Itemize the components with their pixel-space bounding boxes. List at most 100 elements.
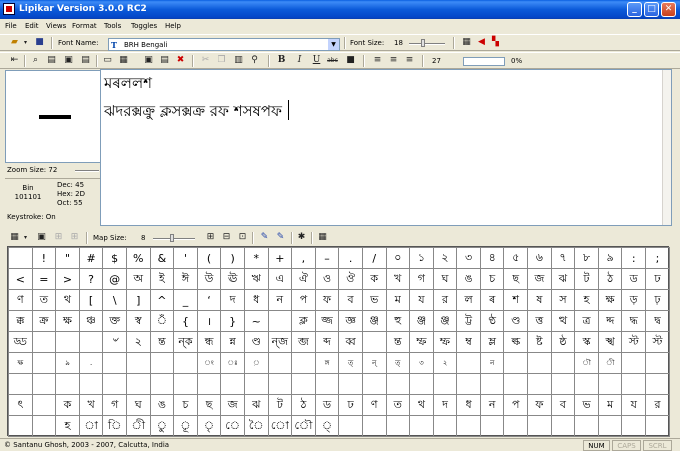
char-cell[interactable]: $	[102, 247, 127, 269]
char-cell[interactable]	[102, 352, 127, 374]
char-cell[interactable]	[291, 352, 316, 374]
char-cell[interactable]: ঙ	[456, 268, 481, 290]
char-cell[interactable]	[267, 352, 293, 374]
char-cell[interactable]: ়	[243, 352, 269, 374]
color-block-icon[interactable]: ■	[345, 55, 356, 66]
char-cell[interactable]	[55, 331, 80, 353]
char-cell[interactable]: স্ট	[645, 331, 670, 353]
char-cell[interactable]: ;	[645, 247, 670, 269]
char-cell[interactable]	[149, 373, 175, 395]
page-icon[interactable]: ▭	[102, 55, 113, 66]
char-cell[interactable]: জ	[527, 268, 552, 290]
char-cell[interactable]: ক্ক	[8, 310, 33, 332]
char-cell[interactable]: ]	[125, 289, 151, 311]
char-cell[interactable]: ন্ন	[220, 331, 245, 353]
char-cell[interactable]: ন	[479, 394, 505, 416]
char-cell[interactable]: গ	[409, 268, 434, 290]
char-cell[interactable]: .	[78, 352, 104, 374]
char-cell[interactable]: ত্ত	[527, 310, 552, 332]
char-cell[interactable]	[8, 415, 33, 437]
paste-icon[interactable]: ▥	[233, 55, 244, 66]
char-cell[interactable]: ি	[102, 415, 127, 437]
char-cell[interactable]	[503, 352, 529, 374]
char-cell[interactable]	[527, 373, 552, 395]
char-cell[interactable]: –	[314, 247, 340, 269]
char-cell[interactable]: ্	[314, 415, 340, 437]
char-cell[interactable]	[385, 373, 411, 395]
char-cell[interactable]: #	[78, 247, 104, 269]
bold-icon[interactable]: B	[276, 55, 287, 66]
delete-icon[interactable]: ✖	[175, 55, 186, 66]
char-cell[interactable]: ফ	[527, 394, 552, 416]
arrow-left-icon[interactable]: ◀	[476, 37, 487, 48]
char-cell[interactable]	[479, 373, 505, 395]
char-cell[interactable]	[503, 415, 529, 437]
box-icon[interactable]: ▤	[80, 55, 91, 66]
char-cell[interactable]: @	[102, 268, 127, 290]
char-cell[interactable]: ক্ষ	[8, 352, 33, 374]
char-cell[interactable]: ন্ত	[149, 331, 175, 353]
align-right-icon[interactable]: ≡	[404, 55, 415, 66]
char-cell[interactable]: উ	[196, 268, 222, 290]
menu-format[interactable]: Format	[72, 22, 97, 30]
char-cell[interactable]	[432, 373, 458, 395]
char-cell[interactable]	[31, 331, 57, 353]
text-editor[interactable]: মৰললশ ঝদরক্সক্রু ক্লসক্সক্র রফ শসষপফ	[100, 69, 672, 226]
char-cell[interactable]: ক্ত	[102, 310, 127, 332]
char-cell[interactable]	[645, 373, 670, 395]
char-cell[interactable]: <	[8, 268, 33, 290]
char-cell[interactable]: ে	[220, 415, 245, 437]
char-cell[interactable]: ঙ	[149, 394, 175, 416]
map-options-icon[interactable]: ▦	[9, 232, 20, 243]
char-cell[interactable]: {	[173, 310, 198, 332]
zoom-icon[interactable]: ⌕	[30, 55, 41, 66]
char-cell[interactable]: ণ্ড	[503, 310, 529, 332]
char-cell[interactable]: ৬	[527, 247, 552, 269]
char-cell[interactable]: ঢ	[338, 394, 363, 416]
frame-icon[interactable]: ▣	[143, 55, 154, 66]
char-cell[interactable]: থ	[409, 394, 434, 416]
char-cell[interactable]: ৌ	[291, 415, 316, 437]
char-cell[interactable]: ধ	[243, 289, 269, 311]
char-cell[interactable]: &	[149, 247, 175, 269]
char-cell[interactable]: _	[173, 289, 198, 311]
char-cell[interactable]: ী	[597, 352, 623, 374]
char-cell[interactable]: ঠ	[597, 268, 623, 290]
char-cell[interactable]	[621, 415, 647, 437]
char-cell[interactable]: ঝ	[550, 268, 576, 290]
char-cell[interactable]	[267, 310, 293, 332]
char-cell[interactable]: ট	[574, 268, 599, 290]
char-cell[interactable]	[243, 373, 269, 395]
char-cell[interactable]: ৗ	[574, 352, 599, 374]
char-cell[interactable]: ‘	[196, 289, 222, 311]
char-cell[interactable]: স	[550, 289, 576, 311]
char-cell[interactable]	[456, 373, 481, 395]
char-cell[interactable]: ল্ক	[503, 331, 529, 353]
char-cell[interactable]: স্ব	[125, 310, 151, 332]
char-cell[interactable]: ন্ধ	[196, 331, 222, 353]
char-cell[interactable]: ও	[314, 268, 340, 290]
char-cell[interactable]: ণ্ঠ	[479, 310, 505, 332]
char-cell[interactable]	[361, 331, 387, 353]
char-cell[interactable]: ০	[385, 247, 411, 269]
char-cell[interactable]: ূ	[173, 415, 198, 437]
edit-map-icon[interactable]: ✎	[275, 232, 286, 243]
char-cell[interactable]: [	[78, 289, 104, 311]
char-cell[interactable]: ন্জ	[267, 331, 293, 353]
char-cell[interactable]: ক্র	[31, 310, 57, 332]
char-cell[interactable]	[527, 352, 552, 374]
grid-icon[interactable]: ▦	[317, 232, 328, 243]
char-cell[interactable]: ণ	[361, 394, 387, 416]
char-cell[interactable]: ু	[149, 415, 175, 437]
char-cell[interactable]: ৭	[550, 247, 576, 269]
char-cell[interactable]: ৺	[102, 331, 127, 353]
char-cell[interactable]: দ্দ	[597, 310, 623, 332]
char-cell[interactable]	[31, 352, 57, 374]
char-cell[interactable]: ঁ	[149, 310, 175, 332]
char-cell[interactable]: ভ	[574, 394, 599, 416]
char-cell[interactable]: দ্ধ	[621, 310, 647, 332]
char-cell[interactable]	[338, 373, 363, 395]
char-cell[interactable]	[31, 394, 57, 416]
char-cell[interactable]: দ্ব	[645, 310, 670, 332]
back-icon[interactable]: ⇤	[9, 55, 20, 66]
